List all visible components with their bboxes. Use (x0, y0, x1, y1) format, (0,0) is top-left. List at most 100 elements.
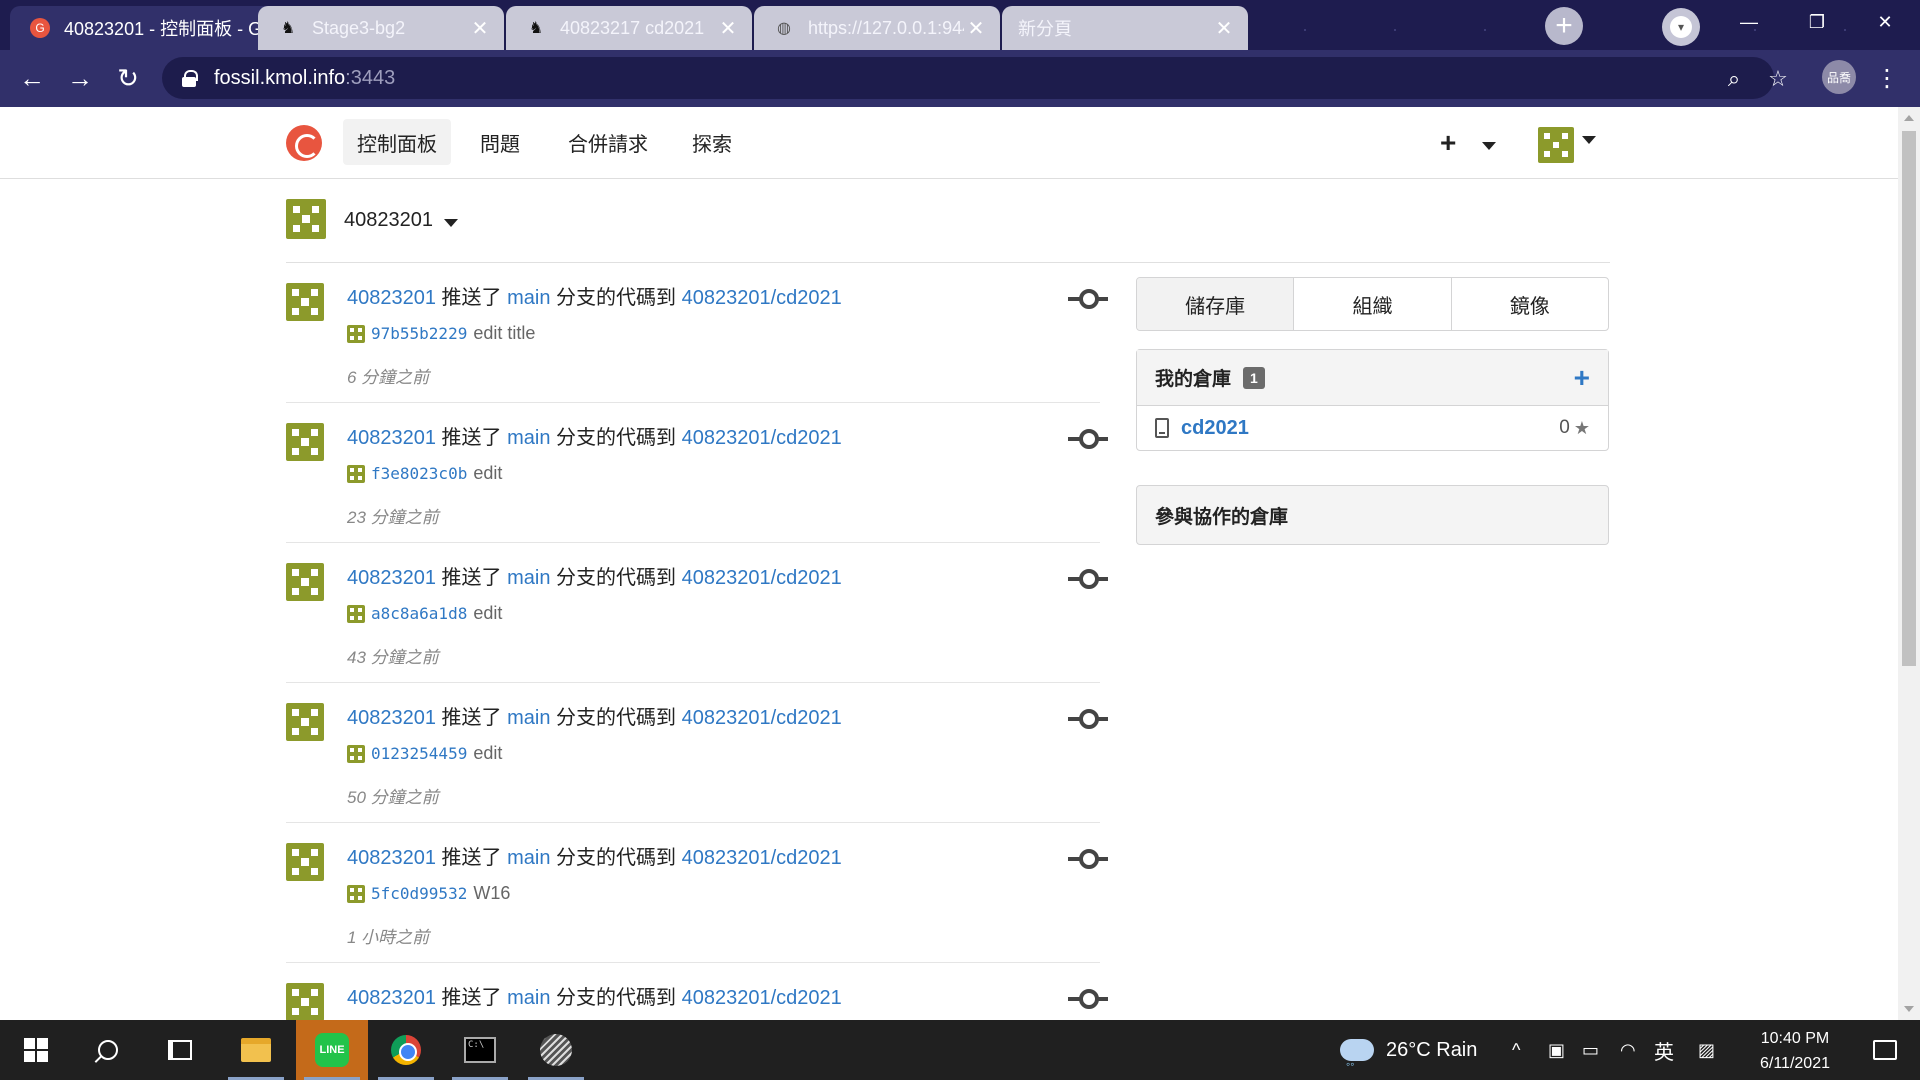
minimize-button[interactable]: — (1715, 0, 1783, 44)
commit-message: edit (473, 603, 503, 623)
nav-pull-requests[interactable]: 合併請求 (554, 119, 662, 165)
gitea-logo-icon[interactable] (286, 125, 322, 161)
repo-link[interactable]: 40823201/cd2021 (682, 567, 842, 589)
system-clock[interactable]: 10:40 PM 6/11/2021 (1740, 1026, 1850, 1076)
lock-icon[interactable] (182, 70, 198, 87)
tab-title: 40823201 - 控制面板 - Gi (64, 19, 267, 39)
commit-sha-link[interactable]: a8c8a6a1d8 (371, 604, 467, 623)
user-avatar[interactable] (286, 843, 324, 881)
collab-repos-panel: 參與協作的倉庫 (1136, 485, 1609, 545)
tray-icon-battery[interactable]: ▭ (1582, 1020, 1599, 1080)
profile-avatar[interactable]: 品喬 (1822, 60, 1856, 94)
battery-icon: ▭ (1582, 1039, 1600, 1060)
app-button[interactable] (520, 1020, 592, 1080)
add-repo-button[interactable]: + (1574, 362, 1590, 394)
tray-icon-wifi[interactable]: ◠ (1620, 1020, 1636, 1080)
window-close-button[interactable]: ✕ (1851, 0, 1919, 44)
branch-link[interactable]: main (507, 847, 550, 869)
branch-link[interactable]: main (507, 987, 550, 1009)
file-explorer-button[interactable] (220, 1020, 292, 1080)
commit-sha-link[interactable]: f3e8023c0b (371, 464, 467, 483)
nav-issues[interactable]: 問題 (466, 119, 534, 165)
scroll-up-icon[interactable] (1904, 115, 1914, 121)
chevron-down-icon[interactable] (1582, 136, 1596, 144)
commit-icon (1068, 707, 1108, 731)
user-link[interactable]: 40823201 (347, 707, 436, 729)
branch-link[interactable]: main (507, 707, 550, 729)
search-button[interactable] (72, 1020, 144, 1080)
repo-link[interactable]: 40823201/cd2021 (682, 987, 842, 1009)
commit-sha-link[interactable]: 5fc0d99532 (371, 884, 467, 903)
back-arrow-icon[interactable]: ← (14, 60, 50, 96)
new-tab-button[interactable]: + (1545, 7, 1583, 45)
terminal-button[interactable]: C:\ (444, 1020, 516, 1080)
context-switcher[interactable]: 40823201 (286, 199, 1610, 263)
tab-search-button[interactable]: ▾ (1662, 8, 1700, 46)
repo-name-link[interactable]: cd2021 (1181, 417, 1249, 440)
close-icon[interactable]: ✕ (964, 16, 988, 40)
zoom-icon[interactable]: ⌕ (1722, 66, 1746, 91)
nav-explore[interactable]: 探索 (678, 119, 746, 165)
star-icon[interactable]: ☆ (1766, 66, 1790, 91)
browser-tab[interactable]: ♞ Stage3-bg2 ✕ (258, 6, 504, 50)
notification-button[interactable] (1855, 1020, 1915, 1080)
branch-link[interactable]: main (507, 427, 550, 449)
start-button[interactable] (0, 1020, 72, 1080)
browser-tab[interactable]: ◍ https://127.0.0.1:9443/ge ✕ (754, 6, 1000, 50)
repo-link[interactable]: 40823201/cd2021 (682, 427, 842, 449)
weather-widget[interactable]: 26°C Rain (1340, 1020, 1477, 1080)
tab-title: https://127.0.0.1:9443/ge (808, 17, 964, 38)
vertical-scrollbar[interactable] (1898, 107, 1920, 1020)
task-view-button[interactable] (144, 1020, 216, 1080)
user-link[interactable]: 40823201 (347, 427, 436, 449)
commit-line: f3e8023c0b edit (347, 463, 502, 484)
tab-organizations[interactable]: 組織 (1294, 278, 1452, 330)
user-avatar[interactable] (286, 283, 324, 321)
chevron-down-icon[interactable] (1482, 142, 1496, 150)
tab-mirrors[interactable]: 鏡像 (1452, 278, 1608, 330)
user-link[interactable]: 40823201 (347, 847, 436, 869)
commit-sha-link[interactable]: 97b55b2229 (371, 324, 467, 343)
tray-icon-ime-mode[interactable]: ▨ (1698, 1020, 1715, 1080)
repo-link[interactable]: 40823201/cd2021 (682, 287, 842, 309)
user-link[interactable]: 40823201 (347, 567, 436, 589)
user-link[interactable]: 40823201 (347, 987, 436, 1009)
url-port: :3443 (345, 66, 396, 89)
create-plus-icon[interactable]: + (1440, 127, 1456, 159)
user-link[interactable]: 40823201 (347, 287, 436, 309)
branch-link[interactable]: main (507, 287, 550, 309)
repo-list-item[interactable]: cd2021 0 ★ (1137, 406, 1608, 450)
chrome-button[interactable] (370, 1020, 442, 1080)
commit-icon (1068, 987, 1108, 1011)
tab-title: 新分頁 (1018, 19, 1072, 39)
commit-message: W16 (473, 883, 511, 903)
nav-dashboard[interactable]: 控制面板 (343, 119, 451, 165)
close-icon[interactable]: ✕ (468, 16, 492, 40)
ime-indicator[interactable]: 英 (1654, 1020, 1674, 1080)
line-app-button[interactable]: LINE (296, 1020, 368, 1080)
user-avatar[interactable] (286, 983, 324, 1020)
user-avatar[interactable] (1538, 127, 1574, 163)
user-avatar[interactable] (286, 563, 324, 601)
scroll-down-icon[interactable] (1904, 1006, 1914, 1012)
browser-tab[interactable]: 新分頁 ✕ (1002, 6, 1248, 50)
close-icon[interactable]: ✕ (1212, 16, 1236, 40)
scroll-thumb[interactable] (1902, 131, 1916, 666)
weather-text: 26°C Rain (1386, 1038, 1478, 1061)
close-icon[interactable]: ✕ (716, 16, 740, 40)
browser-tab[interactable]: ♞ 40823217 cd2021 ✕ (506, 6, 752, 50)
address-bar[interactable]: fossil.kmol.info:3443 ⌕ ☆ (162, 57, 1788, 99)
repo-link[interactable]: 40823201/cd2021 (682, 847, 842, 869)
restore-button[interactable]: ❐ (1783, 0, 1851, 44)
user-avatar[interactable] (286, 423, 324, 461)
commit-sha-link[interactable]: 0123254459 (371, 744, 467, 763)
reload-icon[interactable]: ↻ (110, 60, 146, 96)
repo-link[interactable]: 40823201/cd2021 (682, 707, 842, 729)
branch-link[interactable]: main (507, 567, 550, 589)
tab-repositories[interactable]: 儲存庫 (1137, 278, 1295, 330)
tray-overflow-button[interactable]: ^ (1512, 1020, 1520, 1080)
more-menu-icon[interactable]: ⋮ (1872, 60, 1902, 96)
forward-arrow-icon[interactable]: → (62, 60, 98, 96)
user-avatar[interactable] (286, 703, 324, 741)
tray-icon-meet[interactable]: ▣ (1548, 1020, 1565, 1080)
